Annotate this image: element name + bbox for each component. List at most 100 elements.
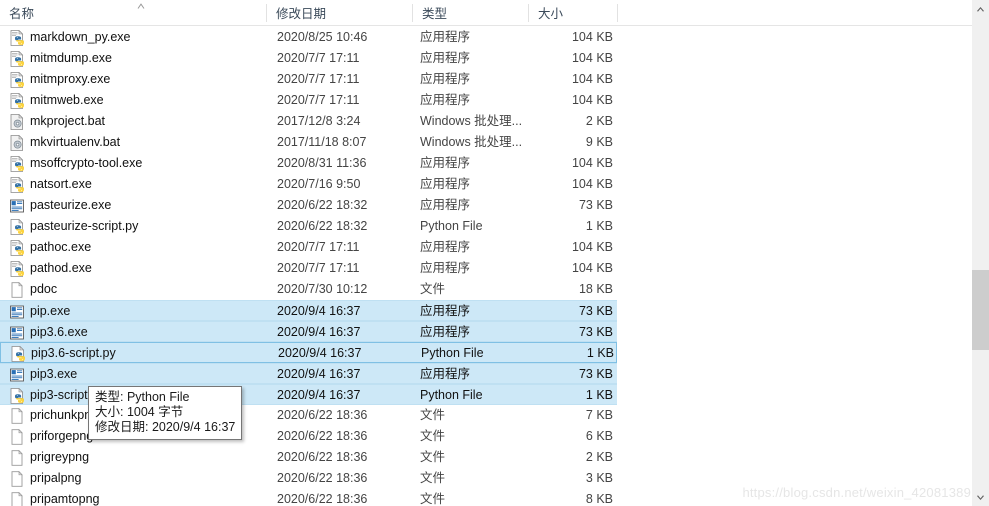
table-row[interactable]: pasteurize-script.py 2020/6/22 18:32 Pytho…: [0, 216, 617, 237]
file-explorer-list-view: 名称 修改日期 类型 大小 markdown_py.exe 2020/8/25 1…: [0, 0, 989, 506]
column-header-size[interactable]: 大小: [529, 0, 617, 26]
column-header-row: 名称 修改日期 类型 大小: [0, 0, 975, 26]
chevron-down-icon: [977, 494, 984, 500]
table-row[interactable]: pasteurize.exe 2020/6/22 18:32 应用程序 73 KB: [0, 195, 617, 216]
file-name-cell: markdown_py.exe: [30, 30, 131, 44]
file-size-cell: 18 KB: [578, 282, 613, 296]
file-name-cell: mkvirtualenv.bat: [30, 135, 121, 149]
scroll-down-button[interactable]: [972, 489, 989, 506]
python-script-icon: [11, 346, 25, 362]
scrollbar-thumb[interactable]: [972, 270, 989, 350]
table-row[interactable]: markdown_py.exe 2020/8/25 10:46 应用程序 104 KB: [0, 27, 617, 48]
file-size-cell: 1 KB: [586, 346, 614, 360]
watermark-text: https://blog.csdn.net/weixin_42081389: [742, 485, 971, 500]
file-type-cell: 应用程序: [420, 304, 471, 318]
file-type-cell: 应用程序: [420, 261, 471, 275]
table-row[interactable]: pathoc.exe 2020/7/7 17:11 应用程序 104 KB: [0, 237, 617, 258]
file-date-cell: 2020/8/25 10:46: [277, 30, 368, 44]
file-name-cell: pathod.exe: [30, 261, 92, 275]
table-row[interactable]: pip3.6-script.py 2020/9/4 16:37 Python Fil…: [0, 342, 617, 363]
file-size-cell: 9 KB: [585, 135, 613, 149]
table-row[interactable]: pripamtopng 2020/6/22 18:36 文件 8 KB: [0, 489, 617, 506]
generic-file-icon: [11, 450, 23, 466]
file-date-cell: 2020/7/7 17:11: [277, 261, 360, 275]
file-name-cell: pip3.exe: [30, 367, 78, 381]
generic-file-icon: [11, 429, 23, 445]
python-exe-icon: [10, 51, 24, 67]
file-size-cell: 8 KB: [585, 492, 613, 506]
application-icon: [10, 305, 24, 319]
file-type-cell: 文件: [420, 282, 446, 296]
column-header-name[interactable]: 名称: [0, 0, 266, 26]
column-divider-4[interactable]: [617, 4, 618, 22]
file-type-cell: Windows 批处理...: [420, 135, 523, 149]
file-size-cell: 104 KB: [571, 30, 613, 44]
file-name-cell: pasteurize.exe: [30, 198, 112, 212]
table-row[interactable]: mitmdump.exe 2020/7/7 17:11 应用程序 104 KB: [0, 48, 617, 69]
file-name-cell: pip.exe: [30, 304, 71, 318]
python-script-icon: [10, 219, 24, 235]
application-icon: [10, 326, 24, 340]
generic-file-icon: [11, 492, 23, 506]
file-name-cell: pip3.6-script.py: [31, 346, 116, 360]
vertical-scrollbar[interactable]: [972, 0, 989, 506]
file-name-cell: pasteurize-script.py: [30, 219, 139, 233]
generic-file-icon: [11, 282, 23, 298]
python-exe-icon: [10, 30, 24, 46]
tooltip-date-line: 修改日期: 2020/9/4 16:37: [95, 420, 236, 434]
table-row[interactable]: pip3.6.exe 2020/9/4 16:37 应用程序 73 KB: [0, 321, 617, 342]
file-type-cell: Python File: [421, 346, 484, 360]
tooltip-type-line: 类型: Python File: [95, 390, 190, 404]
file-type-cell: 文件: [420, 450, 446, 464]
tooltip-size-line: 大小: 1004 字节: [95, 405, 184, 419]
table-row[interactable]: mkproject.bat 2017/12/8 3:24 Windows 批处理..…: [0, 111, 617, 132]
file-date-cell: 2020/6/22 18:36: [277, 450, 368, 464]
file-size-cell: 73 KB: [578, 325, 613, 339]
scroll-up-button[interactable]: [972, 0, 989, 17]
file-type-cell: 应用程序: [420, 325, 471, 339]
table-row[interactable]: pdoc 2020/7/30 10:12 文件 18 KB: [0, 279, 617, 300]
file-name-cell: mitmproxy.exe: [30, 72, 111, 86]
table-row[interactable]: mkvirtualenv.bat 2017/11/18 8:07 Windows 批…: [0, 132, 617, 153]
file-date-cell: 2020/6/22 18:32: [277, 198, 368, 212]
file-name-cell: mkproject.bat: [30, 114, 106, 128]
file-name-cell: mitmdump.exe: [30, 51, 112, 65]
file-date-cell: 2020/6/22 18:36: [277, 471, 368, 485]
table-row[interactable]: pip.exe 2020/9/4 16:37 应用程序 73 KB: [0, 300, 617, 321]
file-type-cell: 应用程序: [420, 30, 471, 44]
file-type-cell: 应用程序: [420, 93, 471, 107]
column-header-type[interactable]: 类型: [413, 0, 528, 26]
file-date-cell: 2020/6/22 18:36: [277, 429, 368, 443]
table-row[interactable]: msoffcrypto-tool.exe 2020/8/31 11:36 应用程序 1…: [0, 153, 617, 174]
python-script-icon: [10, 388, 24, 404]
table-row[interactable]: mitmproxy.exe 2020/7/7 17:11 应用程序 104 KB: [0, 69, 617, 90]
generic-file-icon: [11, 408, 23, 424]
file-name-cell: prigreypng: [30, 450, 90, 464]
table-row[interactable]: pip3.exe 2020/9/4 16:37 应用程序 73 KB: [0, 363, 617, 384]
file-type-cell: Python File: [420, 388, 483, 402]
file-size-cell: 6 KB: [585, 429, 613, 443]
file-date-cell: 2020/9/4 16:37: [278, 346, 362, 360]
table-row[interactable]: natsort.exe 2020/7/16 9:50 应用程序 104 KB: [0, 174, 617, 195]
file-date-cell: 2020/7/30 10:12: [277, 282, 368, 296]
batch-file-icon: [10, 135, 24, 151]
file-size-cell: 1 KB: [585, 219, 613, 233]
table-row[interactable]: prigreypng 2020/6/22 18:36 文件 2 KB: [0, 447, 617, 468]
table-row[interactable]: mitmweb.exe 2020/7/7 17:11 应用程序 104 KB: [0, 90, 617, 111]
column-header-date-modified[interactable]: 修改日期: [267, 0, 412, 26]
file-type-cell: Python File: [420, 219, 483, 233]
file-size-cell: 7 KB: [585, 408, 613, 422]
file-date-cell: 2020/6/22 18:36: [277, 408, 368, 422]
file-date-cell: 2020/9/4 16:37: [277, 367, 361, 381]
file-date-cell: 2020/9/4 16:37: [277, 325, 361, 339]
file-date-cell: 2020/9/4 16:37: [277, 304, 361, 318]
file-type-cell: Windows 批处理...: [420, 114, 523, 128]
file-date-cell: 2020/7/16 9:50: [277, 177, 361, 191]
table-row[interactable]: pripalpng 2020/6/22 18:36 文件 3 KB: [0, 468, 617, 489]
table-row[interactable]: pathod.exe 2020/7/7 17:11 应用程序 104 KB: [0, 258, 617, 279]
file-type-cell: 应用程序: [420, 240, 471, 254]
file-type-cell: 应用程序: [420, 156, 471, 170]
file-size-cell: 1 KB: [585, 388, 613, 402]
file-size-cell: 2 KB: [585, 450, 613, 464]
file-type-cell: 应用程序: [420, 72, 471, 86]
